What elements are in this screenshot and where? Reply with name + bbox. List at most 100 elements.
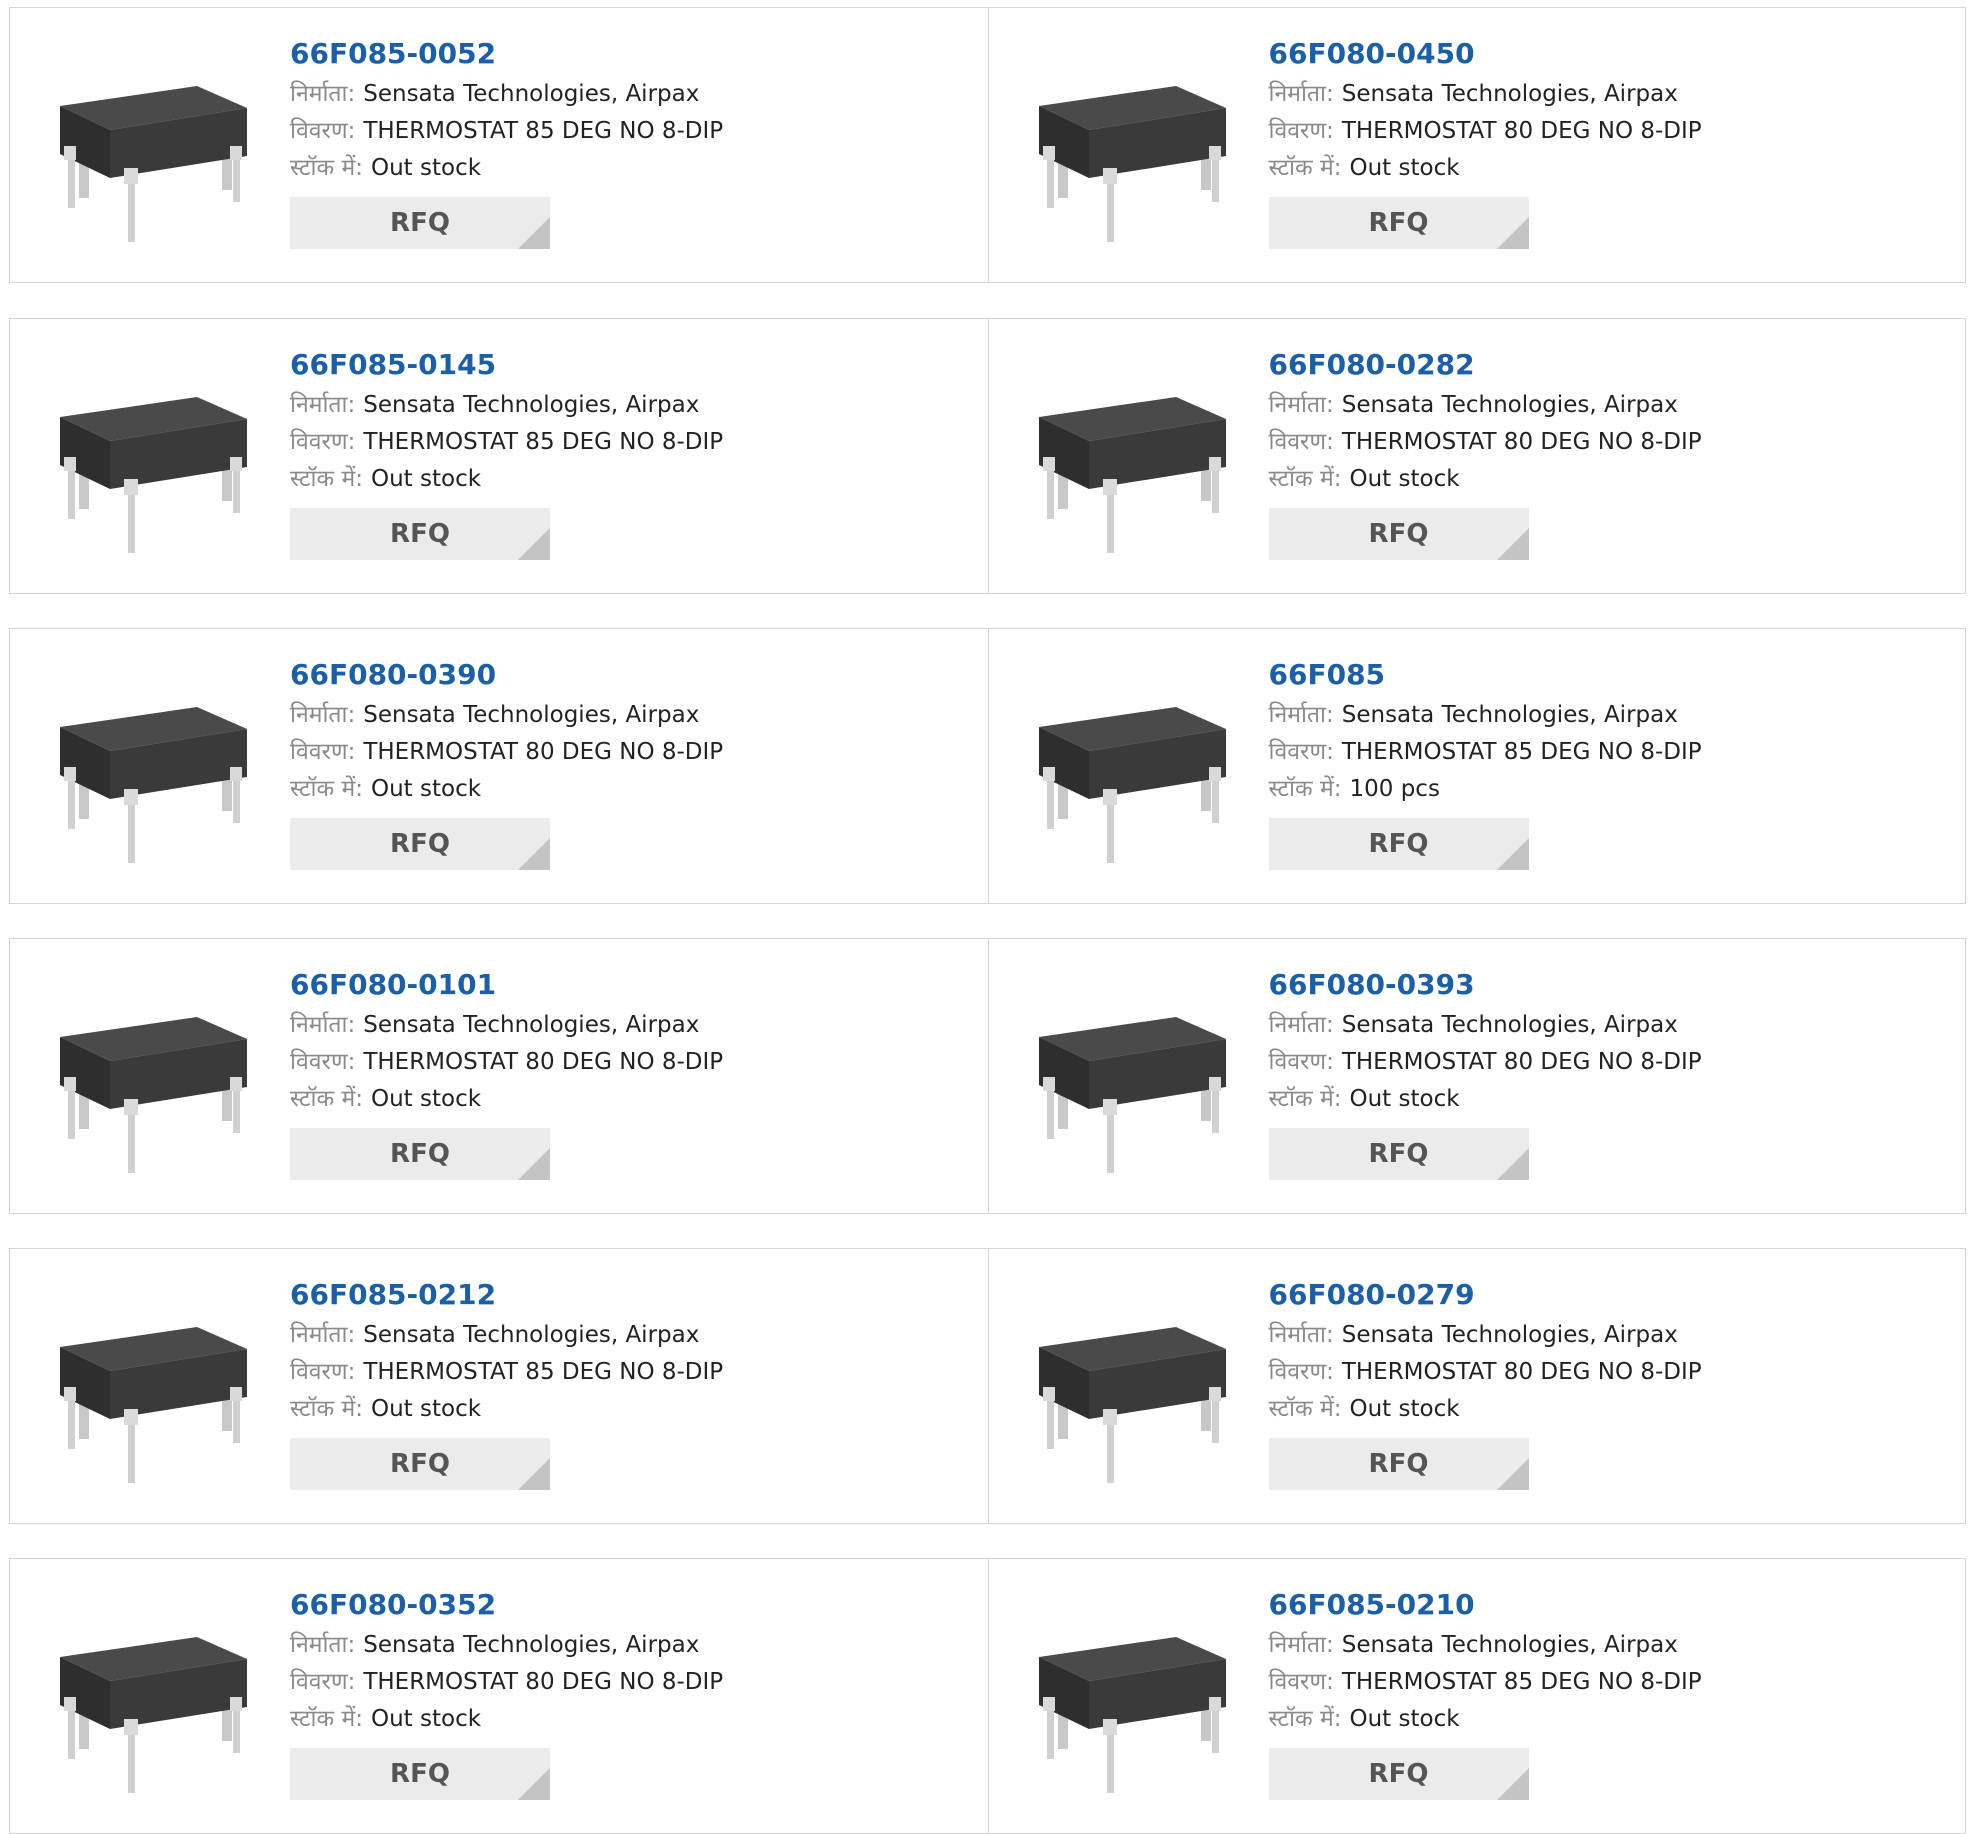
- part-number-link[interactable]: 66F085: [1269, 657, 1702, 697]
- description-label: विवरण:: [290, 429, 356, 455]
- stock-label: स्टॉक में:: [1268, 1396, 1342, 1422]
- rfq-button[interactable]: RFQ: [290, 1748, 550, 1800]
- dip-8-chip-icon: [1038, 1017, 1226, 1173]
- part-number-link[interactable]: 66F080-0352: [290, 1587, 723, 1627]
- product-card: 66F080-0101 निर्माता: Sensata Technologie…: [10, 939, 988, 1213]
- dip-8-chip-icon: [1038, 397, 1226, 553]
- dip-8-chip-icon: [1038, 707, 1226, 863]
- product-info: 66F080-0393 निर्माता: Sensata Technologie…: [1268, 967, 1702, 1180]
- product-image[interactable]: [52, 1599, 252, 1803]
- stock-value: Out stock: [1349, 1706, 1460, 1732]
- rfq-button[interactable]: RFQ: [290, 1438, 550, 1490]
- product-card: 66F085-0052 निर्माता: Sensata Technologie…: [10, 8, 988, 282]
- corner-triangle-icon: [1496, 217, 1529, 249]
- stock-label: स्टॉक में:: [1268, 1706, 1342, 1732]
- dip-8-chip-icon: [60, 707, 247, 863]
- description-row: विवरण: THERMOSTAT 85 DEG NO 8-DIP: [1269, 734, 1702, 771]
- product-row: 66F080-0390 निर्माता: Sensata Technologie…: [9, 628, 1966, 904]
- description-value: THERMOSTAT 80 DEG NO 8-DIP: [363, 739, 724, 765]
- product-image[interactable]: [1031, 1289, 1231, 1493]
- rfq-button[interactable]: RFQ: [1268, 1748, 1529, 1800]
- dip-8-chip-icon: [60, 1017, 247, 1173]
- part-number-link[interactable]: 66F080-0450: [1269, 36, 1702, 76]
- product-info: 66F080-0282 निर्माता: Sensata Technologie…: [1268, 347, 1702, 560]
- product-card: 66F085-0212 निर्माता: Sensata Technologie…: [10, 1249, 988, 1523]
- stock-label: स्टॉक में:: [1268, 1086, 1342, 1112]
- part-number-link[interactable]: 66F085-0145: [290, 347, 723, 387]
- product-row: 66F085-0052 निर्माता: Sensata Technologie…: [9, 7, 1966, 283]
- rfq-button[interactable]: RFQ: [290, 1128, 550, 1180]
- product-image[interactable]: [52, 669, 252, 873]
- product-image[interactable]: [52, 48, 252, 252]
- manufacturer-label: निर्माता:: [290, 392, 356, 418]
- part-number-link[interactable]: 66F085-0212: [290, 1277, 723, 1317]
- manufacturer-label: निर्माता:: [1268, 1012, 1334, 1038]
- description-label: विवरण:: [290, 1049, 356, 1075]
- product-card: 66F085-0145 निर्माता: Sensata Technologie…: [10, 319, 988, 593]
- rfq-button[interactable]: RFQ: [1268, 1128, 1529, 1180]
- corner-triangle-icon: [1496, 528, 1529, 560]
- manufacturer-label: निर्माता:: [1268, 1632, 1334, 1658]
- product-card: 66F080-0279 निर्माता: Sensata Technologie…: [987, 1249, 1966, 1523]
- product-image[interactable]: [52, 979, 252, 1183]
- rfq-button[interactable]: RFQ: [290, 508, 550, 560]
- stock-row: स्टॉक में: Out stock: [1269, 1081, 1702, 1118]
- corner-triangle-icon: [1496, 838, 1529, 870]
- product-image[interactable]: [1031, 669, 1231, 873]
- stock-label: स्टॉक में:: [290, 155, 363, 181]
- corner-triangle-icon: [518, 1458, 550, 1490]
- part-number-link[interactable]: 66F080-0393: [1269, 967, 1702, 1007]
- product-info: 66F080-0450 निर्माता: Sensata Technologie…: [1268, 36, 1702, 249]
- product-image[interactable]: [1031, 48, 1231, 252]
- rfq-button[interactable]: RFQ: [290, 818, 550, 870]
- part-number-link[interactable]: 66F085-0052: [290, 36, 723, 76]
- product-image[interactable]: [1031, 359, 1231, 563]
- stock-row: स्टॉक में: Out stock: [1269, 461, 1702, 498]
- stock-value: Out stock: [370, 1706, 482, 1732]
- description-row: विवरण: THERMOSTAT 85 DEG NO 8-DIP: [290, 424, 723, 461]
- manufacturer-label: निर्माता:: [290, 1012, 356, 1038]
- rfq-button[interactable]: RFQ: [1268, 1438, 1529, 1490]
- description-value: THERMOSTAT 85 DEG NO 8-DIP: [1341, 739, 1702, 765]
- product-image[interactable]: [1031, 979, 1231, 1183]
- part-number-link[interactable]: 66F080-0282: [1269, 347, 1702, 387]
- manufacturer-row: निर्माता: Sensata Technologies, Airpax: [1269, 1007, 1702, 1044]
- manufacturer-row: निर्माता: Sensata Technologies, Airpax: [290, 1317, 723, 1354]
- description-value: THERMOSTAT 80 DEG NO 8-DIP: [1341, 118, 1702, 144]
- product-card: 66F080-0390 निर्माता: Sensata Technologie…: [10, 629, 988, 903]
- manufacturer-row: निर्माता: Sensata Technologies, Airpax: [290, 697, 723, 734]
- stock-row: स्टॉक में: Out stock: [290, 771, 723, 808]
- description-value: THERMOSTAT 85 DEG NO 8-DIP: [1341, 1669, 1702, 1695]
- stock-row: स्टॉक में: Out stock: [290, 1081, 723, 1118]
- part-number-link[interactable]: 66F085-0210: [1269, 1587, 1702, 1627]
- part-number-link[interactable]: 66F080-0101: [290, 967, 723, 1007]
- rfq-button[interactable]: RFQ: [290, 197, 550, 249]
- corner-triangle-icon: [518, 217, 550, 249]
- rfq-button[interactable]: RFQ: [1268, 508, 1529, 560]
- product-image[interactable]: [52, 359, 252, 563]
- description-row: विवरण: THERMOSTAT 85 DEG NO 8-DIP: [290, 1354, 723, 1391]
- manufacturer-label: निर्माता:: [1268, 1322, 1334, 1348]
- part-number-link[interactable]: 66F080-0390: [290, 657, 723, 697]
- manufacturer-label: निर्माता:: [290, 702, 356, 728]
- dip-8-chip-icon: [1038, 86, 1226, 242]
- corner-triangle-icon: [1496, 1458, 1529, 1490]
- product-image[interactable]: [52, 1289, 252, 1493]
- description-label: विवरण:: [1268, 1359, 1334, 1385]
- product-image[interactable]: [1031, 1599, 1231, 1803]
- manufacturer-value: Sensata Technologies, Airpax: [1341, 702, 1678, 728]
- rfq-button[interactable]: RFQ: [1268, 818, 1529, 870]
- dip-8-chip-icon: [60, 397, 247, 553]
- description-label: विवरण:: [290, 1669, 356, 1695]
- description-label: विवरण:: [1268, 739, 1334, 765]
- manufacturer-value: Sensata Technologies, Airpax: [363, 702, 700, 728]
- stock-label: स्टॉक में:: [290, 776, 363, 802]
- rfq-button[interactable]: RFQ: [1268, 197, 1529, 249]
- manufacturer-value: Sensata Technologies, Airpax: [363, 392, 700, 418]
- part-number-link[interactable]: 66F080-0279: [1269, 1277, 1702, 1317]
- product-row: 66F080-0101 निर्माता: Sensata Technologie…: [9, 938, 1966, 1214]
- corner-triangle-icon: [518, 1768, 550, 1800]
- description-row: विवरण: THERMOSTAT 85 DEG NO 8-DIP: [1269, 1664, 1702, 1701]
- description-value: THERMOSTAT 80 DEG NO 8-DIP: [1341, 429, 1702, 455]
- product-card: 66F085-0210 निर्माता: Sensata Technologie…: [987, 1559, 1966, 1833]
